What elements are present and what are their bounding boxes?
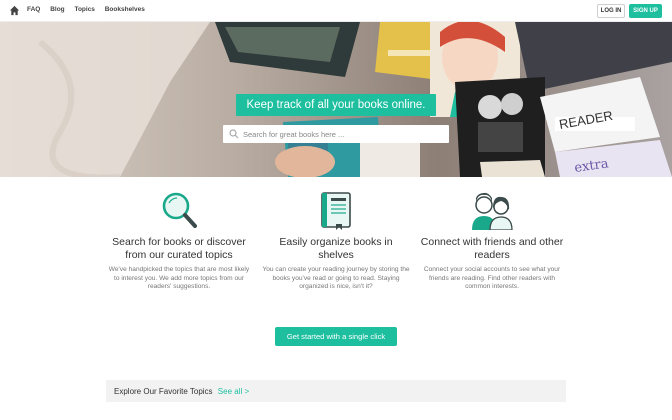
see-all-link[interactable]: See all >	[218, 387, 249, 396]
explore-topics-bar: Explore Our Favorite Topics See all >	[106, 380, 566, 402]
home-icon[interactable]	[9, 5, 20, 16]
hero-banner: READER extra Keep track of all your book…	[0, 22, 672, 177]
top-nav: FAQ Blog Topics Bookshelves LOG IN SIGN …	[0, 0, 672, 22]
magnifier-icon	[162, 192, 197, 228]
book-icon	[321, 192, 351, 230]
feature-connect-title: Connect with friends and other readers	[420, 236, 564, 261]
feature-search-title: Search for books or discover from our cu…	[112, 236, 246, 261]
explore-title: Explore Our Favorite Topics	[114, 387, 213, 396]
feature-connect: Connect with friends and other readers C…	[418, 190, 566, 292]
nav-link-topics[interactable]: Topics	[74, 6, 94, 13]
feature-search-text: We've handpicked the topics that are mos…	[108, 266, 250, 291]
feature-organize: Easily organize books in shelves You can…	[262, 190, 410, 292]
nav-link-bookshelves[interactable]: Bookshelves	[105, 6, 145, 13]
search-input[interactable]	[243, 127, 443, 141]
login-button[interactable]: LOG IN	[597, 4, 625, 18]
feature-connect-text: Connect your social accounts to see what…	[423, 266, 561, 291]
nav-link-blog[interactable]: Blog	[50, 6, 64, 13]
hero-search-box[interactable]	[223, 125, 449, 143]
nav-links: FAQ Blog Topics Bookshelves	[27, 6, 153, 13]
feature-organize-title: Easily organize books in shelves	[279, 236, 393, 261]
search-icon	[229, 129, 239, 139]
hero-title: Keep track of all your books online.	[236, 94, 436, 116]
signup-button[interactable]: SIGN UP	[629, 4, 662, 18]
feature-organize-text: You can create your reading journey by s…	[262, 266, 410, 291]
nav-link-faq[interactable]: FAQ	[27, 6, 40, 13]
feature-search: Search for books or discover from our cu…	[106, 190, 252, 292]
friends-icon	[472, 192, 513, 230]
get-started-button[interactable]: Get started with a single click	[275, 327, 397, 346]
